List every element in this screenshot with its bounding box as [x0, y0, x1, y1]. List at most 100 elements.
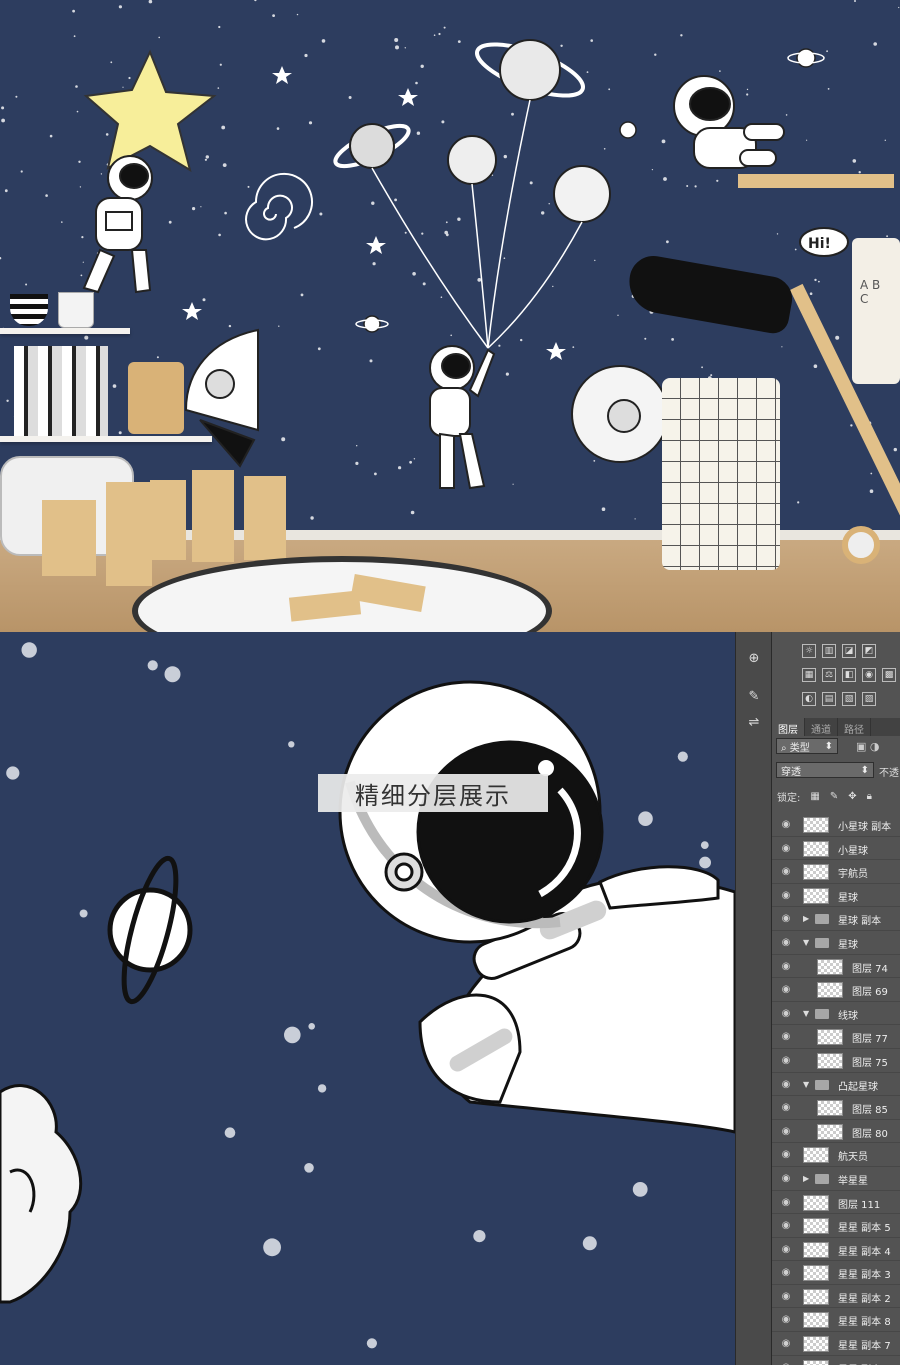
visibility-eye-icon[interactable]: ◉ [780, 1197, 792, 1208]
layer-row[interactable]: ◉ 星星 副本 8 [772, 1308, 900, 1333]
layer-filter-select[interactable]: ⌕ 类型 ⬍ [776, 738, 838, 754]
visibility-eye-icon[interactable]: ◉ [780, 961, 792, 972]
visibility-eye-icon[interactable]: ◉ [780, 1314, 792, 1325]
star-dot [217, 87, 220, 89]
star-dot [296, 13, 299, 16]
brush-settings-icon[interactable]: ✎ [744, 686, 764, 706]
visibility-eye-icon[interactable]: ◉ [780, 913, 792, 924]
layer-row[interactable]: ◉ 图层 69 [772, 978, 900, 1002]
visibility-eye-icon[interactable]: ◉ [780, 1055, 792, 1066]
blend-mode-select[interactable]: 穿透 ⬍ [776, 762, 874, 778]
tab-layers[interactable]: 图层 [772, 718, 805, 736]
visibility-eye-icon[interactable]: ◉ [780, 1079, 792, 1090]
layer-row[interactable]: ◉ 图层 75 [772, 1049, 900, 1073]
toy-house [106, 482, 152, 586]
star-dot [110, 61, 113, 64]
visibility-eye-icon[interactable]: ◉ [780, 890, 792, 901]
star-dot [827, 88, 830, 90]
visibility-eye-icon[interactable]: ◉ [780, 1126, 792, 1137]
visibility-eye-icon[interactable]: ◉ [780, 984, 792, 995]
star-dot [224, 1127, 236, 1138]
layer-group-row[interactable]: ◉ ▶ 举星星 [772, 1167, 900, 1191]
threshold-icon[interactable]: ▧ [842, 692, 856, 706]
star-dot [416, 131, 421, 135]
layer-row[interactable]: ◉ 星星 副本 4 [772, 1238, 900, 1262]
tab-paths[interactable]: 路径 [838, 718, 871, 736]
layer-row[interactable]: ◉ 小星球 副本 [772, 813, 900, 837]
expand-triangle-open-icon[interactable]: ▼ [803, 1080, 809, 1089]
visibility-eye-icon[interactable]: ◉ [780, 1362, 792, 1365]
lock-label: 锁定: [777, 793, 801, 804]
star-dot [356, 445, 358, 447]
lock-position-icon[interactable]: ✥ [848, 791, 856, 802]
layer-row[interactable]: ◉ 星星 副本 6 [772, 1356, 900, 1365]
visibility-eye-icon[interactable]: ◉ [780, 1220, 792, 1231]
layer-row[interactable]: ◉ 星星 副本 7 [772, 1332, 900, 1356]
rocket-icon [184, 328, 259, 468]
layer-row[interactable]: ◉ 图层 80 [772, 1120, 900, 1144]
lock-transparency-icon[interactable]: ▦ [810, 791, 819, 802]
visibility-eye-icon[interactable]: ◉ [780, 1102, 792, 1113]
info-tool-icon[interactable]: ⊕ [744, 648, 764, 668]
layer-row[interactable]: ◉ 图层 74 [772, 955, 900, 979]
layer-group-row[interactable]: ◉ ▼ 凸起星球 [772, 1073, 900, 1097]
layer-row[interactable]: ◉ 图层 85 [772, 1096, 900, 1120]
layer-group-row[interactable]: ◉ ▼ 线球 [772, 1002, 900, 1026]
visibility-eye-icon[interactable]: ◉ [780, 866, 792, 877]
photo-filter-icon[interactable]: ◉ [862, 668, 876, 682]
saturn-icon [107, 855, 193, 1005]
brightness-icon[interactable]: ☼ [802, 644, 816, 658]
visibility-eye-icon[interactable]: ◉ [780, 819, 792, 830]
expand-triangle-open-icon[interactable]: ▼ [803, 938, 809, 947]
visibility-eye-icon[interactable]: ◉ [780, 1291, 792, 1302]
layer-row[interactable]: ◉ 星星 副本 5 [772, 1214, 900, 1238]
star-dot [409, 460, 412, 464]
expand-triangle-closed-icon[interactable]: ▶ [803, 1174, 809, 1183]
upper-shelf [0, 328, 130, 334]
layer-row[interactable]: ◉ 星星 副本 3 [772, 1261, 900, 1285]
layer-row[interactable]: ◉ 星星 副本 2 [772, 1285, 900, 1309]
star-dot [228, 324, 232, 328]
layer-row[interactable]: ◉ 图层 111 [772, 1191, 900, 1215]
layer-row[interactable]: ◉ 星球 [772, 884, 900, 908]
visibility-eye-icon[interactable]: ◉ [780, 843, 792, 854]
star-dot [450, 334, 453, 337]
bw-icon[interactable]: ◧ [842, 668, 856, 682]
expand-triangle-open-icon[interactable]: ▼ [803, 1009, 809, 1018]
gradient-map-icon[interactable]: ▨ [862, 692, 876, 706]
invert-icon[interactable]: ◐ [802, 692, 816, 706]
expand-triangle-closed-icon[interactable]: ▶ [803, 914, 809, 923]
visibility-eye-icon[interactable]: ◉ [780, 1149, 792, 1160]
lock-paint-icon[interactable]: ✎ [830, 791, 838, 802]
star-dot [300, 293, 304, 297]
exposure-icon[interactable]: ◩ [862, 644, 876, 658]
layer-row[interactable]: ◉ 小星球 [772, 837, 900, 861]
visibility-eye-icon[interactable]: ◉ [780, 937, 792, 948]
visibility-eye-icon[interactable]: ◉ [780, 1173, 792, 1184]
star-dot [898, 6, 900, 9]
visibility-eye-icon[interactable]: ◉ [780, 1267, 792, 1278]
channel-mixer-icon[interactable]: ▩ [882, 668, 896, 682]
star-dot [603, 148, 606, 150]
tab-channels[interactable]: 通道 [805, 718, 838, 736]
layer-row[interactable]: ◉ 航天员 [772, 1143, 900, 1167]
visibility-eye-icon[interactable]: ◉ [780, 1244, 792, 1255]
vibrance-icon[interactable]: ▦ [802, 668, 816, 682]
balance-icon[interactable]: ⚖ [822, 668, 836, 682]
layer-group-row[interactable]: ◉ ▶ 星球 副本 [772, 907, 900, 931]
star-dot [850, 424, 853, 427]
star-dot [785, 114, 788, 116]
visibility-eye-icon[interactable]: ◉ [780, 1008, 792, 1019]
filter-label: ⌕ 类型 [781, 742, 810, 754]
layer-row[interactable]: ◉ 宇航员 [772, 860, 900, 884]
layer-row[interactable]: ◉ 图层 77 [772, 1025, 900, 1049]
levels-icon[interactable]: ▥ [822, 644, 836, 658]
lock-all-icon[interactable]: 🔒︎ [867, 791, 872, 802]
star-dot [1, 118, 6, 123]
visibility-eye-icon[interactable]: ◉ [780, 1031, 792, 1042]
tool-presets-icon[interactable]: ⇌ [744, 712, 764, 732]
curves-icon[interactable]: ◪ [842, 644, 856, 658]
visibility-eye-icon[interactable]: ◉ [780, 1338, 792, 1349]
posterize-icon[interactable]: ▤ [822, 692, 836, 706]
layer-group-row[interactable]: ◉ ▼ 星球 [772, 931, 900, 955]
